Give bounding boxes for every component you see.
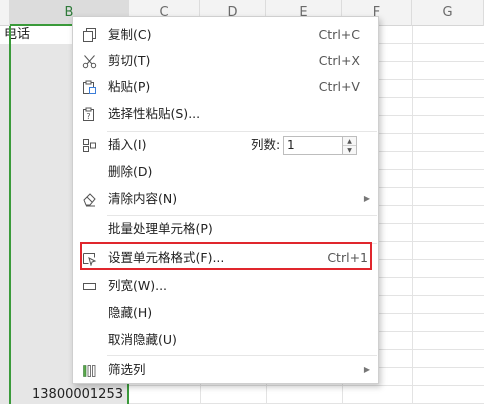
menu-item-delete[interactable]: 删除(D)	[73, 159, 378, 185]
menu-item-label: 粘贴(P)	[108, 79, 151, 94]
shortcut-label: Ctrl+V	[318, 79, 360, 94]
menu-item-hide[interactable]: 隐藏(H)	[73, 300, 378, 326]
column-width-icon	[81, 278, 98, 295]
menu-item-column-width[interactable]: 列宽(W)...	[73, 273, 378, 299]
menu-item-label: 插入(I)	[108, 137, 147, 152]
menu-item-label: 列宽(W)...	[108, 278, 168, 293]
menu-item-paste[interactable]: 粘贴(P) Ctrl+V	[73, 74, 378, 100]
submenu-arrow-icon: ▶	[363, 194, 370, 203]
menu-item-format-cells[interactable]: 设置单元格格式(F)... Ctrl+1	[73, 245, 378, 271]
table-row: 13800001253	[0, 386, 484, 404]
paste-special-icon: ?	[81, 106, 98, 123]
scissors-icon	[81, 53, 98, 70]
menu-item-label: 筛选列	[108, 362, 146, 377]
column-count-stepper[interactable]: ▲ ▼	[343, 136, 357, 155]
menu-item-paste-special[interactable]: ? 选择性粘贴(S)...	[73, 101, 378, 127]
insert-icon	[81, 137, 98, 154]
copy-icon	[81, 27, 98, 44]
menu-item-unhide[interactable]: 取消隐藏(U)	[73, 327, 378, 353]
column-count-input[interactable]: 1	[283, 136, 343, 155]
format-cells-icon	[81, 250, 98, 267]
shortcut-label: Ctrl+1	[327, 250, 368, 265]
menu-item-label: 批量处理单元格(P)	[108, 221, 213, 236]
submenu-arrow-icon: ▶	[363, 365, 370, 374]
menu-item-label: 清除内容(N)	[108, 191, 178, 206]
menu-item-label: 删除(D)	[108, 164, 153, 179]
menu-item-label: 复制(C)	[108, 27, 152, 42]
shortcut-label: Ctrl+X	[318, 53, 360, 68]
column-count-label: 列数:	[251, 137, 281, 152]
context-menu: 复制(C) Ctrl+C 剪切(T) Ctrl+X 粘贴(P) Ctrl+V ?…	[72, 16, 379, 384]
menu-separator	[107, 243, 377, 244]
menu-item-clear-contents[interactable]: 清除内容(N) ▶	[73, 186, 378, 212]
column-b-cell[interactable]: 13800001253	[0, 386, 127, 404]
menu-item-insert[interactable]: 插入(I) 列数: 1 ▲ ▼	[73, 132, 378, 158]
stepper-down-icon[interactable]: ▼	[343, 146, 356, 155]
column-header-g[interactable]: G	[412, 0, 484, 26]
svg-text:?: ?	[86, 112, 90, 121]
menu-item-cut[interactable]: 剪切(T) Ctrl+X	[73, 48, 378, 74]
column-header-a[interactable]	[0, 0, 10, 26]
menu-item-label: 剪切(T)	[108, 53, 151, 68]
menu-separator	[107, 355, 377, 356]
menu-item-label: 隐藏(H)	[108, 305, 153, 320]
shortcut-label: Ctrl+C	[318, 27, 360, 42]
menu-item-label: 取消隐藏(U)	[108, 332, 177, 347]
menu-item-label: 选择性粘贴(S)...	[108, 106, 201, 121]
menu-item-batch-process[interactable]: 批量处理单元格(P)	[73, 216, 378, 242]
filter-column-icon	[81, 362, 98, 379]
stepper-up-icon[interactable]: ▲	[343, 137, 356, 146]
menu-item-filter-column[interactable]: 筛选列 ▶	[73, 357, 378, 383]
menu-item-copy[interactable]: 复制(C) Ctrl+C	[73, 22, 378, 48]
menu-item-label: 设置单元格格式(F)...	[108, 250, 225, 265]
clipboard-icon	[81, 79, 98, 96]
eraser-icon	[81, 191, 98, 208]
